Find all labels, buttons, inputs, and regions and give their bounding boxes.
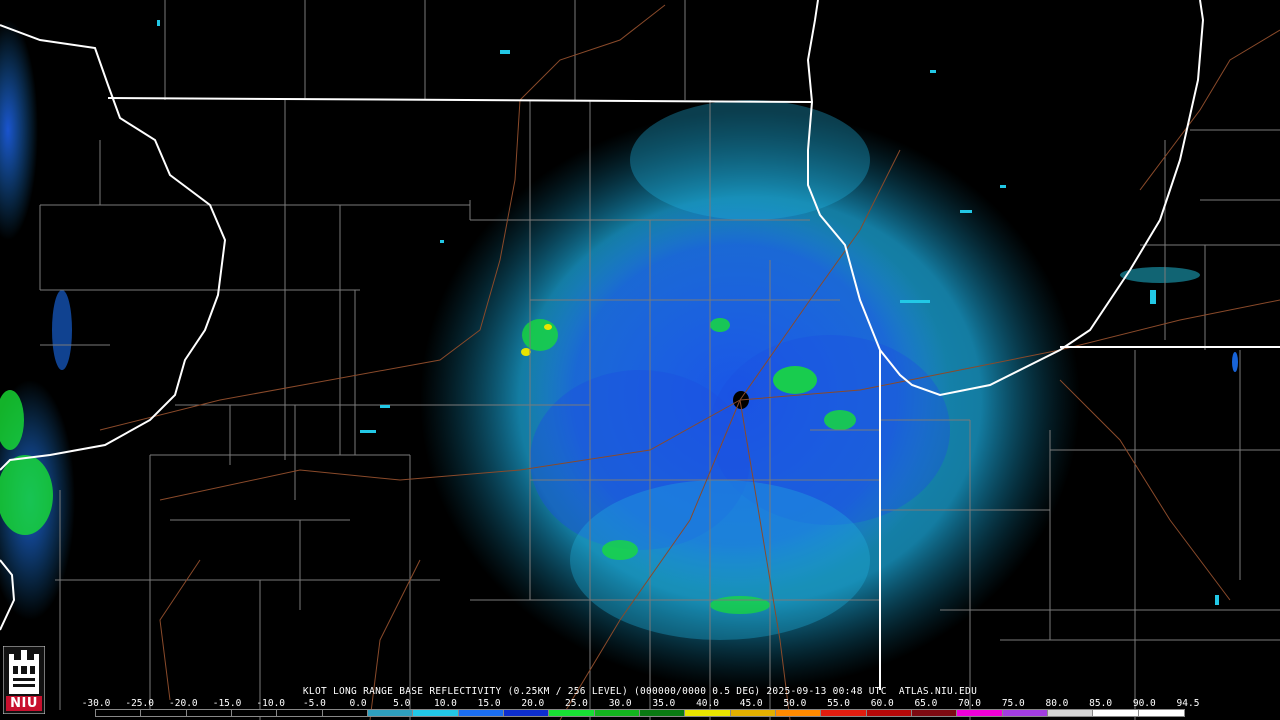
color-scale-bar — [94, 709, 1185, 717]
scale-color-cell — [502, 709, 551, 717]
scale-label: 55.0 — [827, 698, 850, 709]
radar-map — [0, 0, 1280, 720]
scale-color-cell — [366, 709, 415, 717]
scale-color-cell — [1001, 709, 1049, 717]
scale-label: -25.0 — [125, 698, 154, 709]
scale-color-cell — [956, 709, 1004, 717]
scale-label: -20.0 — [169, 698, 198, 709]
scale-color-cell — [230, 709, 279, 717]
scale-label: 50.0 — [783, 698, 807, 709]
scale-label: 30.0 — [608, 698, 632, 709]
scale-label: -15.0 — [212, 698, 242, 709]
scale-color-cell — [457, 709, 505, 717]
scale-label: 20.0 — [521, 698, 545, 709]
scale-label: 40.0 — [696, 698, 719, 709]
scale-label: -5.0 — [302, 698, 326, 709]
scale-color-cell — [865, 709, 913, 717]
scale-label: 85.0 — [1089, 698, 1113, 709]
scale-color-cell — [820, 709, 868, 717]
scale-label: 70.0 — [958, 698, 982, 709]
scale-label: -30.0 — [81, 698, 111, 709]
scale-color-cell — [774, 709, 823, 717]
scale-color-cell — [910, 709, 959, 717]
scale-label: 15.0 — [477, 698, 501, 709]
radar-echo-field — [0, 20, 1238, 690]
scale-color-cell — [638, 709, 687, 717]
scale-color-cell — [321, 709, 369, 717]
scale-color-cell — [729, 709, 777, 717]
scale-label: 94.5 — [1176, 698, 1200, 709]
scale-label: 10.0 — [433, 698, 457, 709]
scale-color-cell — [276, 709, 324, 717]
scale-label: 45.0 — [739, 698, 763, 709]
scale-color-cell — [593, 709, 641, 717]
scale-label: -10.0 — [256, 698, 286, 709]
scale-color-cell — [1046, 709, 1095, 717]
scale-color-cell — [140, 709, 188, 717]
scale-label: 65.0 — [914, 698, 938, 709]
color-scale-labels: -30.0 -25.0 -20.0 -15.0 -10.0 -5.0 0.0 5.0 10.0 1… — [82, 698, 1200, 709]
scale-label: 60.0 — [870, 698, 894, 709]
scale-color-cell — [684, 709, 732, 717]
scale-label: 25.0 — [565, 698, 588, 709]
scale-label: 75.0 — [1001, 698, 1025, 709]
product-caption: KLOT LONG RANGE BASE REFLECTIVITY (0.25K… — [302, 686, 978, 697]
scale-label: 90.0 — [1132, 698, 1156, 709]
scale-label: 35.0 — [652, 698, 676, 709]
scale-color-cell — [94, 709, 143, 717]
niu-logo-text: NIU — [10, 696, 38, 711]
scale-color-cell — [185, 709, 233, 717]
scale-label: 0.0 — [349, 698, 367, 709]
scale-label: 5.0 — [393, 698, 411, 709]
scale-color-cell — [1092, 709, 1140, 717]
scale-color-cell — [1137, 709, 1185, 717]
scale-color-cell — [412, 709, 460, 717]
scale-color-cell — [548, 709, 596, 717]
scale-label: 80.0 — [1045, 698, 1069, 709]
